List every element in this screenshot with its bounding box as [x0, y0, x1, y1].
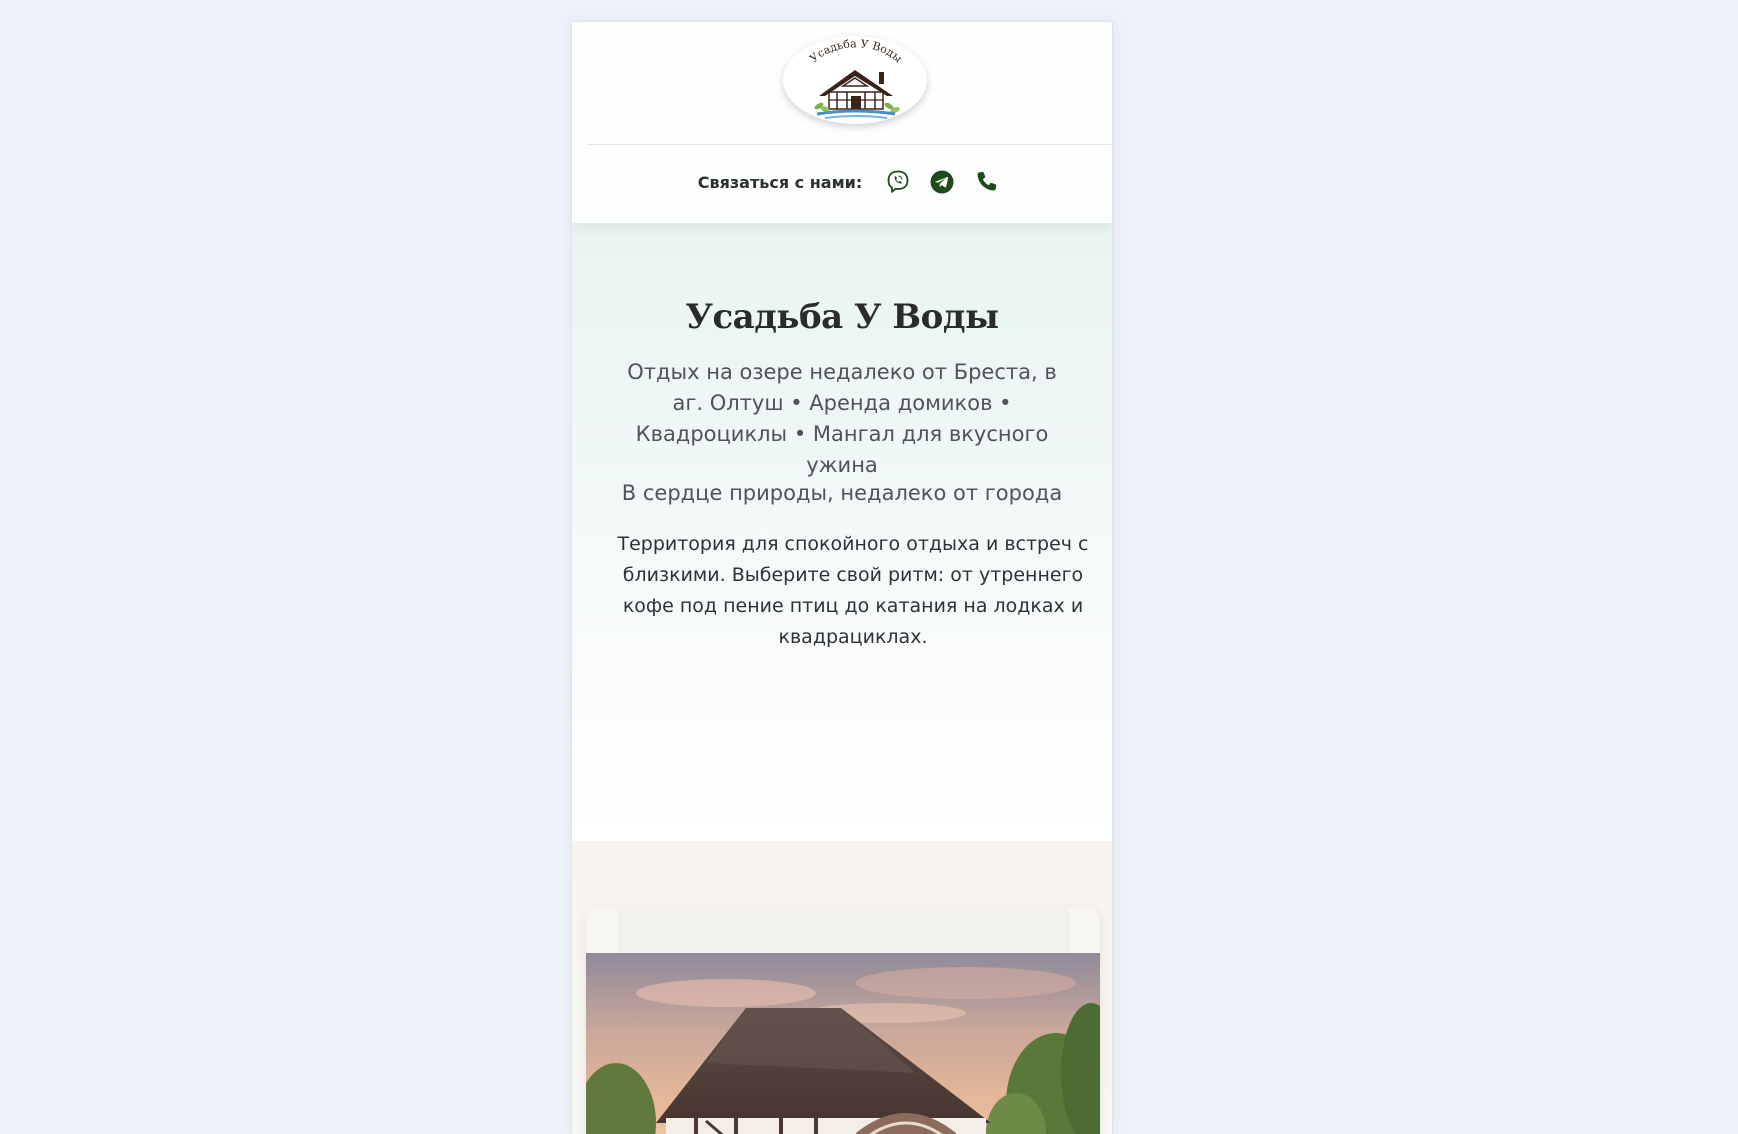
header-divider — [587, 144, 1112, 145]
hero-title: Усадьба У Воды — [685, 297, 999, 337]
page-frame: Усадьба У Воды Связаться с нами: Усадьба… — [571, 21, 1113, 1134]
contact-bar: Связаться с нами: — [572, 165, 1112, 199]
telegram-icon[interactable] — [928, 168, 956, 196]
hero-description: Территория для спокойного отдыха и встре… — [617, 533, 1089, 648]
logo-water-icon — [816, 109, 896, 119]
site-header: Усадьба У Воды Связаться с нами: — [572, 22, 1112, 223]
site-logo[interactable]: Усадьба У Воды — [783, 36, 927, 124]
hero-section: Усадьба У Воды Отдых на озере недалеко о… — [572, 223, 1112, 841]
phone-icon[interactable] — [972, 168, 1000, 196]
hero-lead: Отдых на озере недалеко от Бреста, в аг.… — [627, 360, 1057, 477]
gallery-card[interactable] — [586, 907, 1100, 1134]
card-topbar — [586, 907, 1100, 953]
logo-house-icon — [819, 70, 893, 110]
viber-icon[interactable] — [884, 168, 912, 196]
house-photo[interactable] — [586, 953, 1100, 1134]
logo-text: Усадьба У Воды — [807, 37, 905, 65]
contact-label: Связаться с нами: — [697, 172, 863, 192]
hero-tagline: В сердце природы, недалеко от города — [621, 481, 1063, 505]
gallery-section — [572, 841, 1112, 1134]
